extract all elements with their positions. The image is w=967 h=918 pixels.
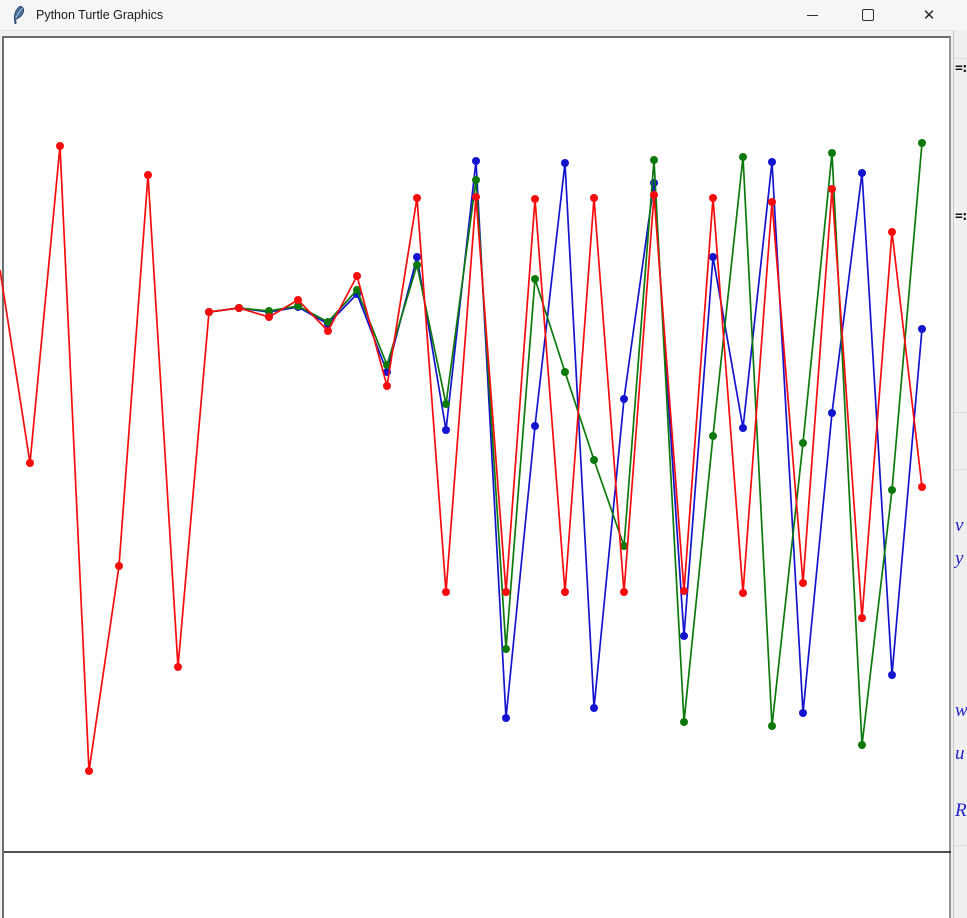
clipped-text-fragment: =: [955,210,967,223]
series-dot-red [205,308,213,316]
strip-separator-line [954,412,967,413]
series-dot-green [413,261,421,269]
series-dot-red [472,193,480,201]
series-dot-red [26,459,34,467]
series-dot-blue [561,159,569,167]
series-dot-red [531,195,539,203]
series-dot-blue [828,409,836,417]
series-dot-blue [590,704,598,712]
series-dot-green [768,722,776,730]
series-line-red [0,146,922,771]
series-dot-red [799,579,807,587]
series-dot-blue [502,714,510,722]
strip-separator-line [954,469,967,470]
series-dot-blue [918,325,926,333]
series-dot-green [472,176,480,184]
series-dot-red [918,483,926,491]
series-dot-green [680,718,688,726]
series-dot-green [650,156,658,164]
series-dot-red [680,587,688,595]
series-dot-green [888,486,896,494]
series-dot-blue [680,632,688,640]
series-dot-green [709,432,717,440]
series-dot-red [739,589,747,597]
series-dot-red [353,272,361,280]
series-dot-red [235,304,243,312]
series-dot-green [918,139,926,147]
series-dot-red [502,588,510,596]
strip-separator-line [954,58,967,59]
clipped-text-fragment: =: [955,62,967,75]
series-dot-blue [472,157,480,165]
chaos-line-chart [0,0,967,918]
series-dot-green [561,368,569,376]
series-dot-red [115,562,123,570]
series-dot-green [590,456,598,464]
series-dot-red [828,185,836,193]
series-dot-green [531,275,539,283]
series-line-blue [209,161,922,718]
clipped-text-fragment: u [955,744,965,763]
series-dot-blue [888,671,896,679]
series-dot-red [561,588,569,596]
clipped-text-fragment: R [955,801,967,820]
series-dot-green [828,149,836,157]
clipped-text-fragment: y [955,549,963,568]
series-dot-red [888,228,896,236]
series-dot-blue [413,253,421,261]
series-dot-red [174,663,182,671]
series-dot-red [709,194,717,202]
series-dot-red [85,767,93,775]
strip-separator-line [954,845,967,846]
clipped-text-fragment: w [955,701,967,720]
series-line-green [209,143,922,745]
series-dot-blue [709,253,717,261]
series-dot-red [383,382,391,390]
series-dot-blue [799,709,807,717]
series-dot-red [144,171,152,179]
series-dot-green [739,153,747,161]
series-dot-blue [858,169,866,177]
series-dot-red [413,194,421,202]
series-dot-green [858,741,866,749]
series-dot-red [858,614,866,622]
series-dot-red [768,198,776,206]
series-dot-red [590,194,598,202]
series-dot-red [620,588,628,596]
series-dot-red [265,313,273,321]
series-dot-red [442,588,450,596]
series-dot-blue [768,158,776,166]
series-dot-blue [620,395,628,403]
series-dot-red [56,142,64,150]
series-dot-blue [531,422,539,430]
clipped-text-fragment: v [955,516,963,535]
series-dot-red [324,327,332,335]
series-dot-green [442,400,450,408]
series-dot-red [294,296,302,304]
series-dot-green [502,645,510,653]
series-dot-blue [739,424,747,432]
series-dot-red [650,191,658,199]
series-dot-green [799,439,807,447]
series-dot-blue [442,426,450,434]
right-edge-strip: =: =: vy w u R [953,30,967,918]
turtle-graphics-window: Python Turtle Graphics ✕ =:=:vywuR [0,0,967,918]
